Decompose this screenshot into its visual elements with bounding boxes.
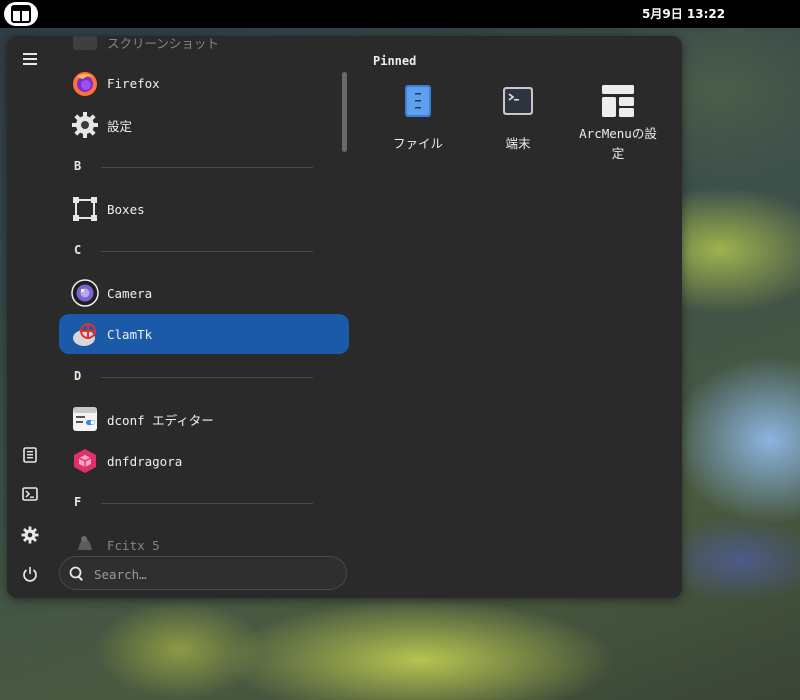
pinned-item-arcmenu-settings[interactable]: ArcMenuの設 定 (570, 84, 666, 194)
documents-button[interactable] (15, 440, 45, 470)
clock-text: 5月9日 13:22 (642, 7, 726, 21)
section-divider (101, 503, 313, 504)
app-item-label: スクリーンショット (107, 36, 219, 51)
section-divider (101, 251, 313, 252)
app-item-label: 設定 (107, 118, 133, 134)
document-icon (23, 447, 37, 463)
section-header-d: D (59, 367, 349, 387)
files-icon (402, 84, 434, 118)
dnfdragora-icon (71, 447, 99, 475)
app-item-clamtk[interactable]: ClamTk (59, 314, 349, 354)
section-letter: D (74, 369, 82, 383)
section-header-f: F (59, 493, 349, 513)
hamburger-menu-button[interactable] (15, 44, 45, 74)
app-item-screenshot[interactable]: スクリーンショット (59, 36, 349, 62)
dconf-editor-icon (71, 405, 99, 433)
search-icon (69, 566, 83, 581)
section-divider (101, 377, 313, 378)
section-divider (101, 167, 313, 168)
screenshot-icon (71, 36, 99, 56)
search-box[interactable] (59, 556, 347, 590)
clamtk-icon (71, 320, 99, 348)
settings-gear-icon (71, 111, 99, 139)
app-item-boxes[interactable]: Boxes (59, 189, 349, 229)
pinned-item-terminal[interactable]: 端末 (470, 84, 566, 194)
section-letter: B (74, 159, 82, 173)
clock[interactable]: 5月9日 13:22 (0, 0, 800, 28)
pinned-item-label: 端末 (505, 136, 531, 151)
arcmenu-panel: スクリーンショット Firefox 設定 B Boxes C Camera Cl… (7, 36, 682, 598)
top-bar: 5月9日 13:22 (0, 0, 800, 28)
section-header-c: C (59, 241, 349, 261)
terminal-app-icon (502, 84, 534, 118)
pinned-item-files[interactable]: ファイル (370, 84, 466, 194)
app-item-firefox[interactable]: Firefox (59, 63, 349, 103)
app-item-fcitx5[interactable]: Fcitx 5 (59, 525, 349, 550)
pinned-item-label-line1: ArcMenuの設 (579, 126, 657, 141)
pinned-item-label-line2: 定 (611, 146, 625, 161)
app-item-camera[interactable]: Camera (59, 273, 349, 313)
application-list[interactable]: スクリーンショット Firefox 設定 B Boxes C Camera Cl… (59, 36, 349, 550)
fcitx-icon (71, 531, 99, 550)
section-header-b: B (59, 157, 349, 177)
app-item-label: Boxes (107, 201, 145, 217)
pinned-item-label: ファイル (392, 136, 443, 151)
arcmenu-settings-icon (602, 84, 634, 118)
search-input[interactable] (92, 563, 336, 585)
app-item-label: Camera (107, 285, 153, 301)
hamburger-menu-icon (23, 53, 37, 65)
boxes-icon (71, 195, 99, 223)
power-button[interactable] (15, 559, 45, 589)
app-item-label: dnfdragora (107, 453, 183, 469)
firefox-icon (71, 69, 99, 97)
app-item-label: Fcitx 5 (107, 537, 160, 551)
app-item-label: Firefox (107, 75, 160, 91)
settings-button[interactable] (15, 520, 45, 550)
terminal-button[interactable] (15, 479, 45, 509)
terminal-icon (22, 487, 38, 501)
section-letter: C (74, 243, 82, 257)
app-list-scrollbar[interactable] (342, 72, 347, 152)
pinned-item-label: ArcMenuの設 定 (570, 124, 666, 164)
side-rail (7, 36, 53, 598)
gear-icon (21, 526, 39, 544)
app-item-settings[interactable]: 設定 (59, 105, 349, 145)
section-letter: F (74, 495, 82, 509)
app-item-dnfdragora[interactable]: dnfdragora (59, 441, 349, 481)
app-item-label: ClamTk (107, 326, 153, 342)
camera-icon (71, 279, 99, 307)
app-item-dconf-editor[interactable]: dconf エディター (59, 399, 349, 439)
pinned-heading: Pinned (373, 54, 417, 68)
app-item-label: dconf エディター (107, 412, 214, 428)
power-icon (23, 567, 37, 582)
